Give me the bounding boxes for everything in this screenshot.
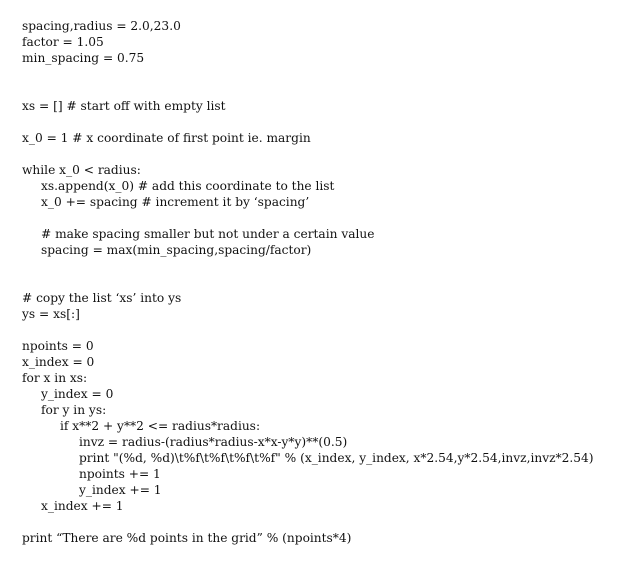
code-line: x_0 = 1 # x coordinate of first point ie… [22,131,311,145]
code-line: xs.append(x_0) # add this coordinate to … [41,179,335,193]
code-line: print “There are %d points in the grid” … [22,531,352,545]
code-line: x_index += 1 [41,499,124,513]
code-listing: spacing,radius = 2.0,23.0 factor = 1.05 … [22,18,637,546]
code-line: spacing = max(min_spacing,spacing/factor… [41,243,312,257]
code-line: y_index = 0 [41,387,114,401]
code-line: while x_0 < radius: [22,163,141,177]
code-line: invz = radius-(radius*radius-x*x-y*y)**(… [79,435,348,449]
code-line: xs = [] # start off with empty list [22,99,226,113]
code-line: for y in ys: [41,403,107,417]
code-line: print "(%d, %d)\t%f\t%f\t%f\t%f" % (x_in… [79,451,594,465]
code-line: x_index = 0 [22,355,95,369]
code-line: y_index += 1 [79,483,162,497]
code-line: x_0 += spacing # increment it by ‘spacin… [41,195,310,209]
code-line: for x in xs: [22,371,88,385]
code-line: spacing,radius = 2.0,23.0 [22,19,181,33]
code-line: # make spacing smaller but not under a c… [41,227,375,241]
code-line: factor = 1.05 [22,35,104,49]
code-line: min_spacing = 0.75 [22,51,145,65]
code-line: ys = xs[:] [22,307,80,321]
code-line: # copy the list ‘xs’ into ys [22,291,182,305]
code-line: npoints += 1 [79,467,161,481]
code-line: npoints = 0 [22,339,94,353]
code-line: if x**2 + y**2 <= radius*radius: [60,419,261,433]
